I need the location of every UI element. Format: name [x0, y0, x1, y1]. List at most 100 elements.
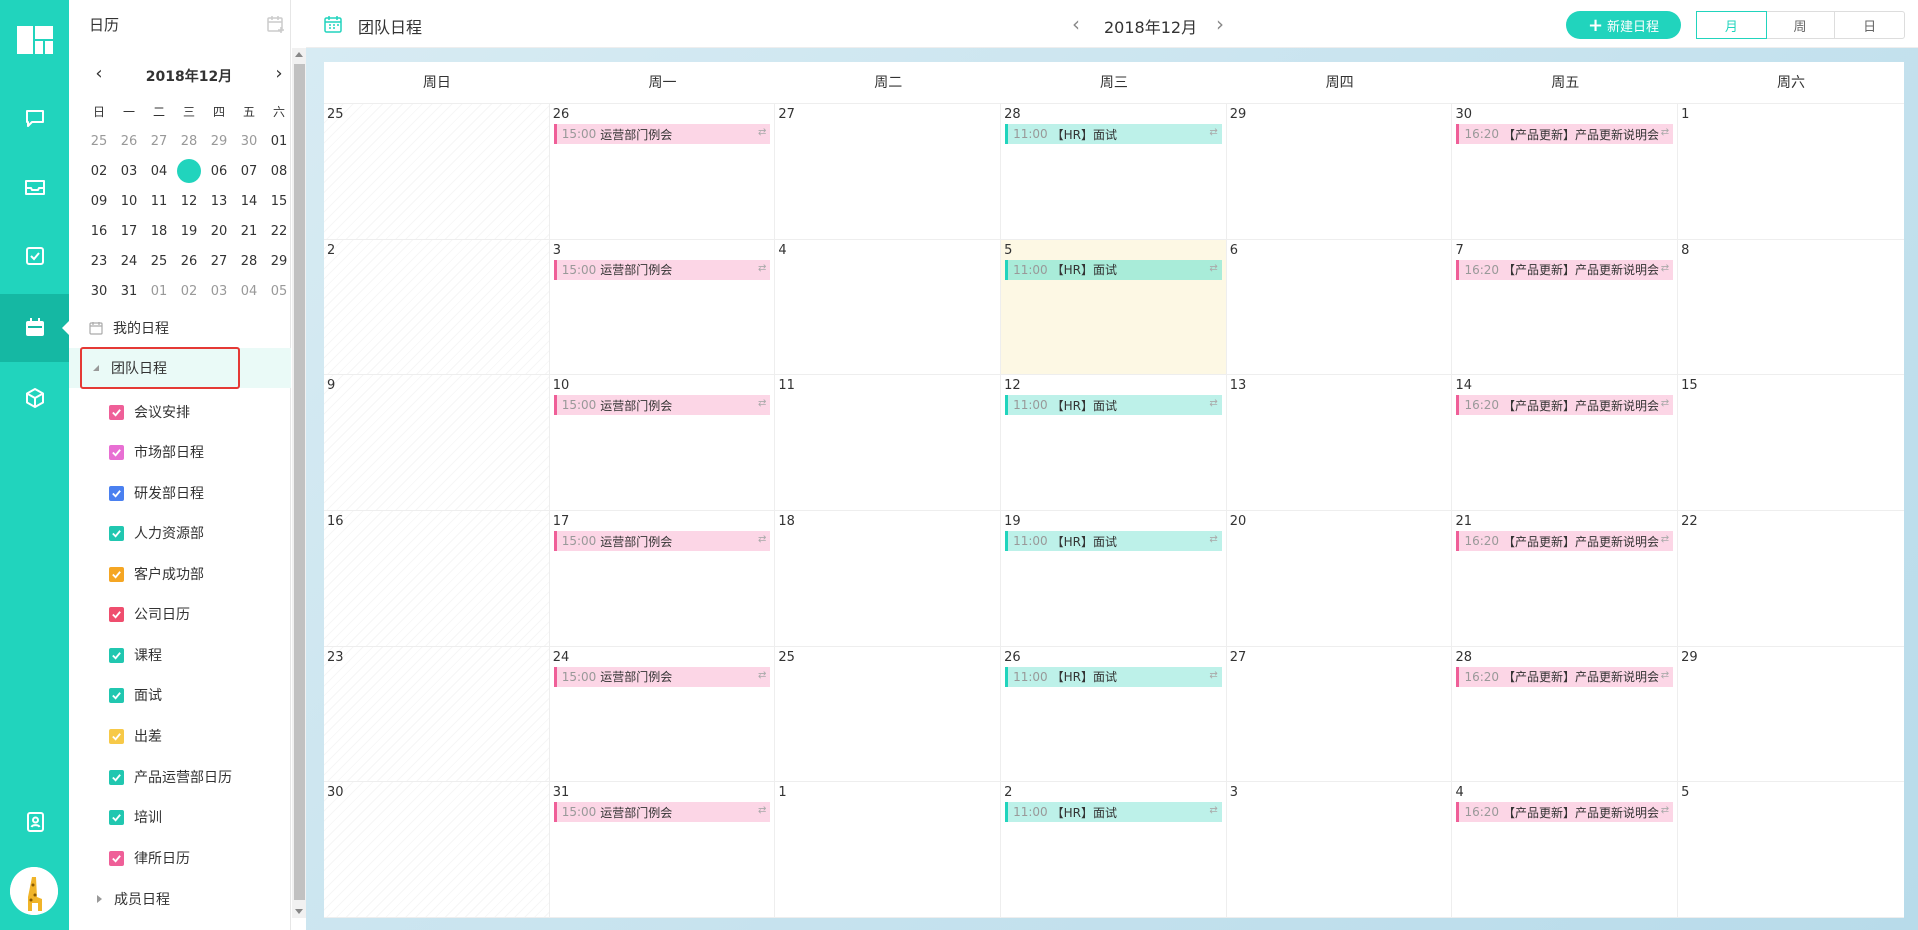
day-cell[interactable]: 17 15:00 运营部门例会 ⇄ [550, 511, 776, 646]
event-chip[interactable]: 16:20 【产品更新】产品更新说明会 ⇄ [1456, 666, 1674, 687]
mini-day[interactable]: 25 [84, 134, 114, 149]
checkbox-checked-icon[interactable] [109, 485, 124, 501]
event-chip[interactable]: 11:00 【HR】面试 ⇄ [1005, 802, 1222, 823]
mini-day[interactable]: 30 [84, 284, 114, 299]
mini-day[interactable]: 19 [174, 224, 204, 239]
day-cell[interactable]: 30 [324, 782, 550, 917]
day-cell[interactable]: 25 [324, 104, 550, 239]
day-cell[interactable]: 16 [324, 511, 550, 646]
contacts-icon[interactable] [0, 788, 69, 856]
checkbox-checked-icon[interactable] [109, 850, 124, 866]
mini-day[interactable]: 15 [264, 194, 294, 209]
calendar-toggle-business-trip[interactable]: 出差 [109, 724, 162, 748]
checkbox-checked-icon[interactable] [109, 687, 124, 703]
mini-day[interactable]: 10 [114, 194, 144, 209]
checkbox-checked-icon[interactable] [109, 606, 124, 622]
day-cell[interactable]: 28 11:00 【HR】面试 ⇄ [1001, 104, 1227, 239]
day-cell[interactable]: 22 [1678, 511, 1904, 646]
day-cell[interactable]: 12 11:00 【HR】面试 ⇄ [1001, 375, 1227, 510]
day-cell[interactable]: 2 [324, 239, 550, 375]
calendar-toggle-marketing[interactable]: 市场部日程 [109, 440, 204, 464]
mini-day[interactable]: 07 [234, 164, 264, 179]
app-logo-icon[interactable] [17, 26, 53, 54]
mini-day[interactable]: 25 [144, 254, 174, 269]
day-cell[interactable]: 20 [1227, 511, 1453, 646]
view-day-tab[interactable]: 日 [1835, 12, 1904, 38]
mini-day[interactable]: 11 [144, 194, 174, 209]
day-cell[interactable]: 3 15:00 运营部门例会 ⇄ [550, 239, 776, 375]
day-cell[interactable]: 2 11:00 【HR】面试 ⇄ [1001, 782, 1227, 917]
day-cell[interactable]: 24 15:00 运营部门例会 ⇄ [550, 646, 776, 782]
sidebar-scrollbar[interactable] [292, 48, 306, 918]
new-event-button[interactable]: + 新建日程 [1566, 11, 1681, 39]
event-chip[interactable]: 11:00 【HR】面试 ⇄ [1005, 395, 1222, 416]
mini-day[interactable]: 30 [234, 134, 264, 149]
mini-day[interactable]: 04 [234, 284, 264, 299]
mini-day[interactable]: 28 [234, 254, 264, 269]
day-cell[interactable]: 31 15:00 运营部门例会 ⇄ [550, 782, 776, 917]
mini-day[interactable]: 03 [114, 164, 144, 179]
day-cell[interactable]: 11 [775, 375, 1002, 510]
day-cell[interactable]: 25 [775, 646, 1002, 782]
scroll-thumb[interactable] [294, 64, 305, 900]
mini-day[interactable]: 01 [144, 284, 174, 299]
mini-day[interactable]: 21 [234, 224, 264, 239]
scroll-down-arrow[interactable] [295, 909, 303, 914]
day-cell[interactable]: 5 [1678, 782, 1904, 917]
day-cell[interactable]: 4 16:20 【产品更新】产品更新说明会 ⇄ [1452, 782, 1679, 917]
day-cell[interactable]: 4 [775, 239, 1002, 375]
event-chip[interactable]: 15:00 运营部门例会 ⇄ [553, 531, 771, 551]
view-month-tab[interactable]: 月 [1696, 11, 1767, 39]
day-cell[interactable]: 8 [1678, 240, 1904, 375]
member-schedule-item[interactable]: 成员日程 [69, 879, 291, 919]
mini-next-month-button[interactable]: › [269, 64, 289, 86]
day-cell[interactable]: 9 [324, 375, 550, 510]
event-chip[interactable]: 15:00 运营部门例会 ⇄ [553, 666, 771, 687]
day-cell[interactable]: 29 [1227, 104, 1453, 239]
mini-day[interactable]: 16 [84, 224, 114, 239]
collapsed-caret-icon[interactable] [94, 894, 104, 904]
event-chip[interactable]: 16:20 【产品更新】产品更新说明会 ⇄ [1456, 802, 1674, 823]
calendar-toggle-law-firm[interactable]: 律所日历 [109, 846, 190, 870]
day-cell[interactable]: 6 [1227, 239, 1453, 375]
mini-day[interactable]: 22 [264, 224, 294, 239]
mini-day[interactable]: 17 [114, 224, 144, 239]
prev-month-button[interactable]: ‹ [1066, 12, 1086, 36]
mini-day[interactable]: 03 [204, 284, 234, 299]
calendar-toggle-hr[interactable]: 人力资源部 [109, 521, 204, 545]
mini-day[interactable]: 02 [84, 164, 114, 179]
event-chip[interactable]: 16:20 【产品更新】产品更新说明会 ⇄ [1456, 124, 1674, 144]
calendar-toggle-courses[interactable]: 课程 [109, 643, 162, 667]
day-cell[interactable]: 26 11:00 【HR】面试 ⇄ [1001, 646, 1227, 782]
mini-day[interactable]: 09 [84, 194, 114, 209]
mini-day[interactable]: 28 [174, 134, 204, 149]
day-cell-today[interactable]: 5 11:00 【HR】面试 ⇄ [1001, 239, 1227, 375]
mini-day[interactable]: 26 [174, 254, 204, 269]
checkbox-checked-icon[interactable] [109, 728, 124, 744]
calendar-toggle-rd[interactable]: 研发部日程 [109, 481, 204, 505]
day-cell[interactable]: 29 [1678, 647, 1904, 782]
checkbox-checked-icon[interactable] [109, 525, 124, 541]
add-calendar-icon[interactable] [266, 14, 286, 34]
cube-icon[interactable] [0, 364, 69, 432]
mini-day[interactable]: 14 [234, 194, 264, 209]
day-cell[interactable]: 1 [775, 782, 1002, 917]
event-chip[interactable]: 16:20 【产品更新】产品更新说明会 ⇄ [1456, 395, 1674, 416]
mini-day[interactable]: 08 [264, 164, 294, 179]
day-cell[interactable]: 13 [1227, 375, 1453, 510]
day-cell[interactable]: 3 [1227, 782, 1453, 917]
my-schedule-item[interactable]: 我的日程 [69, 308, 291, 348]
mini-day[interactable]: 27 [204, 254, 234, 269]
mini-day[interactable]: 23 [84, 254, 114, 269]
mini-day[interactable]: 20 [204, 224, 234, 239]
mini-day[interactable]: 29 [264, 254, 294, 269]
mini-day[interactable]: 13 [204, 194, 234, 209]
calendar-toggle-interview[interactable]: 面试 [109, 683, 162, 707]
calendar-toggle-training[interactable]: 培训 [109, 805, 162, 829]
day-cell[interactable]: 26 15:00 运营部门例会 ⇄ [550, 104, 776, 239]
mini-day[interactable]: 29 [204, 134, 234, 149]
event-chip[interactable]: 11:00 【HR】面试 ⇄ [1005, 531, 1222, 551]
day-cell[interactable]: 27 [1227, 646, 1453, 782]
day-cell[interactable]: 10 15:00 运营部门例会 ⇄ [550, 375, 776, 510]
day-cell[interactable]: 18 [775, 511, 1002, 646]
